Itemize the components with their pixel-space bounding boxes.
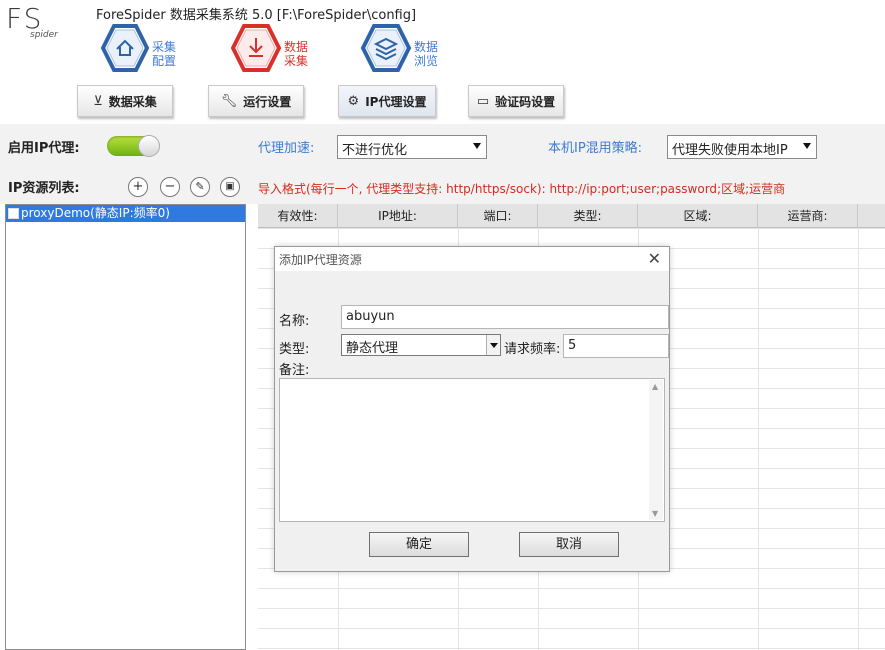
list-item[interactable]: proxyDemo(静态IP:频率0): [6, 205, 245, 222]
tab-run-settings-label: 运行设置: [243, 94, 292, 109]
strategy-value: 代理失败使用本地IP: [672, 143, 788, 158]
proxy-accel-label: 代理加速:: [258, 141, 315, 156]
download-icon: [230, 24, 282, 72]
ip-list-label: IP资源列表:: [8, 181, 80, 196]
window-title: ForeSpider 数据采集系统 5.0 [F:\ForeSpider\con…: [96, 8, 417, 23]
tab-ip-proxy[interactable]: ⚙ IP代理设置: [338, 85, 436, 117]
nav-collect-config[interactable]: 采集 配置: [100, 22, 190, 78]
wrench-icon: 🔧︎: [220, 93, 238, 109]
edit-icon[interactable]: ✎: [190, 177, 210, 197]
note-scrollbar[interactable]: ▲ ▼: [649, 380, 663, 520]
name-field[interactable]: abuyun: [341, 305, 669, 329]
dialog-titlebar: 添加IP代理资源 ✕: [275, 247, 669, 271]
layers-icon: [360, 24, 412, 72]
nav-data-collect-label: 数据 采集: [284, 40, 309, 68]
tab-captcha[interactable]: ▭ 验证码设置: [468, 85, 564, 117]
app-window: FS spider ForeSpider 数据采集系统 5.0 [F:\Fore…: [0, 0, 885, 650]
table-header: 有效性: IP地址: 端口: 类型: 区域: 运营商:: [258, 204, 885, 228]
proxy-accel-value: 不进行优化: [342, 143, 408, 158]
add-icon[interactable]: +: [128, 177, 148, 197]
ok-button[interactable]: 确定: [369, 532, 469, 557]
column-divider: [858, 228, 859, 650]
frequency-field[interactable]: 5: [563, 334, 669, 358]
name-label: 名称:: [279, 314, 310, 329]
note-field[interactable]: ▲ ▼: [279, 378, 665, 522]
save-icon[interactable]: ▣: [220, 177, 240, 197]
add-proxy-dialog: 添加IP代理资源 ✕ 名称: abuyun 类型: 静态代理 请求频率: 5 备…: [274, 246, 670, 572]
column-header[interactable]: IP地址:: [338, 204, 458, 228]
tab-captcha-label: 验证码设置: [495, 94, 556, 109]
type-value: 静态代理: [346, 341, 399, 356]
list-item-label: proxyDemo(静态IP:频率0): [21, 206, 170, 220]
proxy-accel-select[interactable]: 不进行优化: [337, 135, 487, 159]
chevron-down-icon: [486, 335, 500, 355]
logo-subtext: spider: [30, 30, 58, 40]
home-icon: [100, 24, 150, 72]
frequency-label: 请求频率:: [504, 342, 561, 357]
cancel-button[interactable]: 取消: [519, 532, 619, 557]
import-format-hint: 导入格式(每行一个, 代理类型支持: http/https/sock): htt…: [258, 182, 786, 196]
scroll-down-icon[interactable]: ▼: [652, 509, 658, 518]
chevron-down-icon: [803, 143, 811, 149]
chevron-down-icon: [473, 143, 481, 149]
toggle-knob: [138, 135, 160, 157]
scroll-up-icon[interactable]: ▲: [652, 382, 658, 391]
proxy-icon: ⚙: [347, 93, 360, 109]
download-circle-icon: ⊻: [93, 93, 103, 109]
column-header[interactable]: 端口:: [458, 204, 538, 228]
nav-data-collect[interactable]: 数据 采集: [230, 22, 320, 78]
type-label: 类型:: [279, 342, 310, 357]
strategy-select[interactable]: 代理失败使用本地IP: [667, 135, 817, 159]
dialog-title: 添加IP代理资源: [279, 253, 362, 267]
enable-proxy-toggle[interactable]: [107, 135, 160, 157]
type-select[interactable]: 静态代理: [341, 334, 501, 356]
close-icon[interactable]: ✕: [648, 249, 661, 268]
column-header[interactable]: 区域:: [638, 204, 758, 228]
list-item-checkbox[interactable]: [8, 208, 19, 219]
nav-data-browse-label: 数据 浏览: [414, 40, 439, 68]
tab-data-collect[interactable]: ⊻ 数据采集: [77, 85, 173, 117]
note-label: 备注:: [279, 363, 310, 378]
column-header[interactable]: 类型:: [538, 204, 638, 228]
ip-resource-list[interactable]: proxyDemo(静态IP:频率0): [5, 204, 246, 650]
column-header[interactable]: 有效性:: [258, 204, 338, 228]
app-logo: FS spider: [4, 2, 64, 46]
column-divider: [758, 228, 759, 650]
column-header[interactable]: 运营商:: [758, 204, 858, 228]
tab-ip-proxy-label: IP代理设置: [365, 94, 427, 109]
enable-proxy-label: 启用IP代理:: [8, 141, 80, 156]
tab-data-collect-label: 数据采集: [108, 94, 157, 109]
strategy-label: 本机IP混用策略:: [548, 141, 643, 156]
remove-icon[interactable]: −: [160, 177, 180, 197]
nav-data-browse[interactable]: 数据 浏览: [360, 22, 450, 78]
tab-run-settings[interactable]: 🔧︎ 运行设置: [208, 85, 304, 117]
captcha-icon: ▭: [476, 93, 490, 109]
nav-collect-config-label: 采集 配置: [152, 40, 177, 68]
